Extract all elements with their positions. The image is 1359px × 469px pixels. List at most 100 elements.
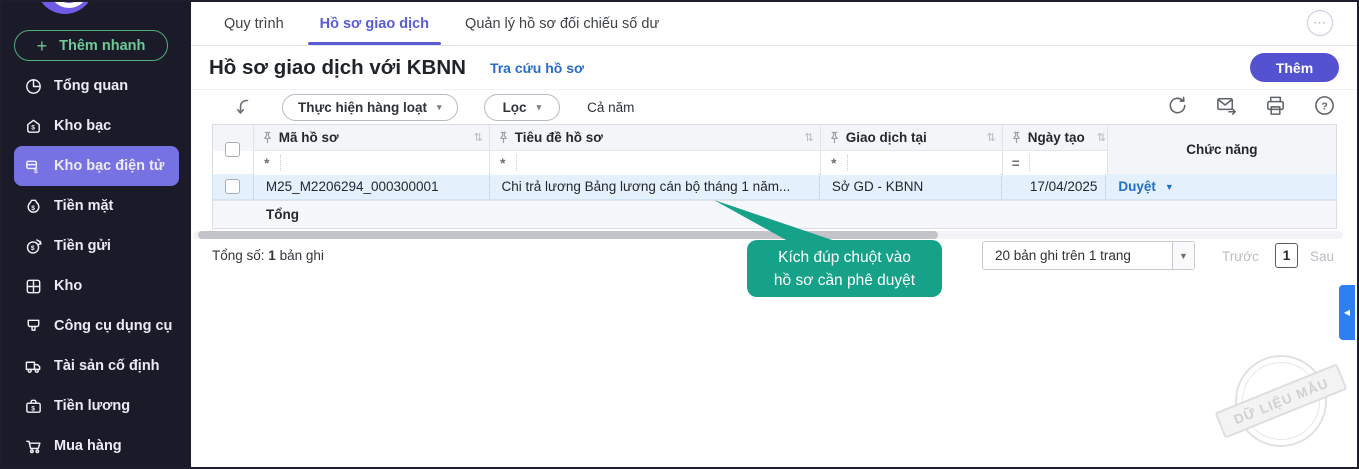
truck-icon (24, 357, 43, 376)
filter-cell-ngay-tao[interactable]: = (1003, 151, 1108, 175)
sidebar-item-cong-cu-dung-cu[interactable]: Công cụ dụng cụ (14, 306, 179, 346)
lookup-records-link[interactable]: Tra cứu hồ sơ (490, 60, 584, 76)
sidebar-item-mua-hang[interactable]: Mua hàng (14, 426, 179, 466)
printer-icon (1264, 94, 1287, 117)
row-checkbox[interactable] (225, 179, 240, 194)
sidebar-item-label: Kho bạc (54, 118, 111, 134)
select-all-checkbox[interactable] (225, 142, 240, 157)
tab-bar: Quy trình Hồ sơ giao dịch Quản lý hồ sơ … (191, 2, 1359, 46)
table-row[interactable]: M25_M2206294_000300001 Chi trả lương Bản… (212, 174, 1337, 200)
mail-send-icon (1215, 94, 1238, 117)
record-count-prefix: Tổng số: (212, 248, 265, 263)
scrollbar-thumb[interactable] (198, 231, 938, 239)
header-row: Mã hồ sơ ⇅ Tiêu đề hồ sơ ⇅ Giao dịch tại (254, 125, 1108, 151)
deposit-icon: $ (24, 237, 43, 256)
brush-icon (24, 317, 43, 336)
quick-add-label: Thêm nhanh (59, 38, 145, 54)
caret-down-icon: ▼ (1165, 182, 1174, 192)
filter-input[interactable] (516, 155, 820, 172)
sidebar-item-kho-bac-dien-tu[interactable]: $ Kho bạc điện tử (14, 146, 179, 186)
next-page-button[interactable]: Sau (1310, 249, 1334, 264)
filter-operator: * (254, 156, 280, 171)
prev-page-button[interactable]: Trước (1222, 249, 1259, 264)
add-button[interactable]: Thêm (1250, 53, 1339, 82)
tooltip-line1: Kích đúp chuột vào (778, 246, 911, 269)
sort-icon: ⇅ (1097, 131, 1106, 144)
cell-ma-ho-so: M25_M2206294_000300001 (254, 174, 490, 199)
filter-cell-ma-ho-so[interactable]: * (254, 151, 490, 175)
sidebar-item-label: Kho bạc điện tử (54, 158, 164, 174)
tab-quy-trinh[interactable]: Quy trình (224, 16, 284, 32)
tooltip-line2: hồ sơ cần phê duyệt (774, 269, 915, 292)
approve-action-dropdown[interactable]: Duyệt ▼ (1106, 174, 1336, 199)
column-header-tieu-de[interactable]: Tiêu đề hồ sơ ⇅ (490, 125, 821, 150)
sidebar-item-tong-quan[interactable]: Tổng quan (14, 66, 179, 106)
svg-text:$: $ (34, 168, 38, 175)
column-label: Tiêu đề hồ sơ (515, 130, 603, 145)
sort-flow-button[interactable] (233, 96, 255, 118)
sidebar-item-tien-mat[interactable]: $ Tiền mặt (14, 186, 179, 226)
svg-text:$: $ (31, 124, 35, 131)
page-size-select[interactable]: 20 bản ghi trên 1 trang ▼ (982, 241, 1195, 270)
shopping-cart-icon (24, 437, 43, 456)
stamp-label: DỮ LIỆU MẪU (1215, 363, 1348, 438)
help-button[interactable]: ? (1313, 94, 1336, 117)
ellipsis-icon: ⋯ (1313, 15, 1327, 31)
tab-ho-so-giao-dich[interactable]: Hồ sơ giao dịch (320, 16, 429, 32)
column-label: Ngày tạo (1028, 130, 1085, 145)
send-email-button[interactable] (1215, 94, 1238, 117)
app-logo[interactable] (36, 0, 94, 14)
filter-cell-giao-dich-tai[interactable]: * (821, 151, 1003, 175)
column-label: Giao dịch tại (846, 130, 927, 145)
guide-tooltip: Kích đúp chuột vào hồ sơ cần phê duyệt (747, 240, 942, 297)
caret-down-icon: ▼ (1179, 251, 1188, 261)
sidebar-item-label: Tài sản cố định (54, 358, 160, 374)
sidebar-item-tien-luong[interactable]: $ Tiền lương (14, 386, 179, 426)
filter-input[interactable] (847, 155, 1002, 172)
pie-chart-icon (24, 77, 43, 96)
filter-operator: = (1003, 156, 1029, 171)
cell-ngay-tao: 17/04/2025 (1002, 174, 1107, 199)
period-selector[interactable]: Cả năm (587, 100, 634, 115)
records-table: Mã hồ sơ ⇅ Tiêu đề hồ sơ ⇅ Giao dịch tại (212, 124, 1337, 229)
table-summary-row: Tổng (212, 200, 1337, 229)
pin-icon (1011, 131, 1022, 144)
column-header-giao-dich-tai[interactable]: Giao dịch tại ⇅ (821, 125, 1003, 150)
toolbar-icons: ? (1166, 94, 1336, 117)
pin-icon (829, 131, 840, 144)
more-options-button[interactable]: ⋯ (1307, 10, 1333, 36)
pin-icon (262, 131, 273, 144)
sidebar-item-tai-san-co-dinh[interactable]: Tài sản cố định (14, 346, 179, 386)
approve-action-label: Duyệt (1118, 179, 1156, 194)
column-label: Mã hồ sơ (279, 130, 339, 145)
tab-quan-ly-ho-so-doi-chieu[interactable]: Quản lý hồ sơ đối chiếu số dư (465, 16, 659, 32)
sidebar-item-label: Tiền mặt (54, 198, 113, 214)
quick-add-button[interactable]: + Thêm nhanh (14, 30, 168, 61)
sidebar-item-label: Công cụ dụng cụ (54, 318, 172, 334)
page-size-value: 20 bản ghi trên 1 trang (983, 248, 1172, 263)
collapse-left-icon: ◀ (1344, 308, 1350, 317)
print-button[interactable] (1264, 94, 1287, 117)
sidebar-item-label: Tiền lương (54, 398, 130, 414)
column-header-ma-ho-so[interactable]: Mã hồ sơ ⇅ (254, 125, 490, 150)
horizontal-scrollbar[interactable] (193, 231, 1343, 239)
filter-input[interactable] (280, 155, 489, 172)
select-caret-box: ▼ (1172, 242, 1194, 269)
header-columns: Mã hồ sơ ⇅ Tiêu đề hồ sơ ⇅ Giao dịch tại (254, 125, 1108, 174)
warehouse-icon (24, 277, 43, 296)
current-page-button[interactable]: 1 (1275, 243, 1298, 268)
filter-dropdown[interactable]: Lọc ▾ (484, 94, 561, 121)
sidebar-item-label: Tiền gửi (54, 238, 111, 254)
column-header-ngay-tao[interactable]: Ngày tạo ⇅ (1003, 125, 1108, 150)
refresh-button[interactable] (1166, 94, 1189, 117)
select-all-cell (213, 125, 254, 174)
batch-action-label: Thực hiện hàng loạt (298, 100, 427, 115)
sidebar-item-tien-gui[interactable]: $ Tiền gửi (14, 226, 179, 266)
sidebar-item-kho-bac[interactable]: $ Kho bạc (14, 106, 179, 146)
side-panel-toggle[interactable]: ◀ (1339, 285, 1355, 340)
filter-input[interactable] (1029, 155, 1107, 172)
sidebar-item-kho[interactable]: Kho (14, 266, 179, 306)
record-count: Tổng số: 1 bản ghi (212, 248, 324, 263)
filter-cell-tieu-de[interactable]: * (490, 151, 821, 175)
batch-action-dropdown[interactable]: Thực hiện hàng loạt ▾ (282, 94, 458, 121)
